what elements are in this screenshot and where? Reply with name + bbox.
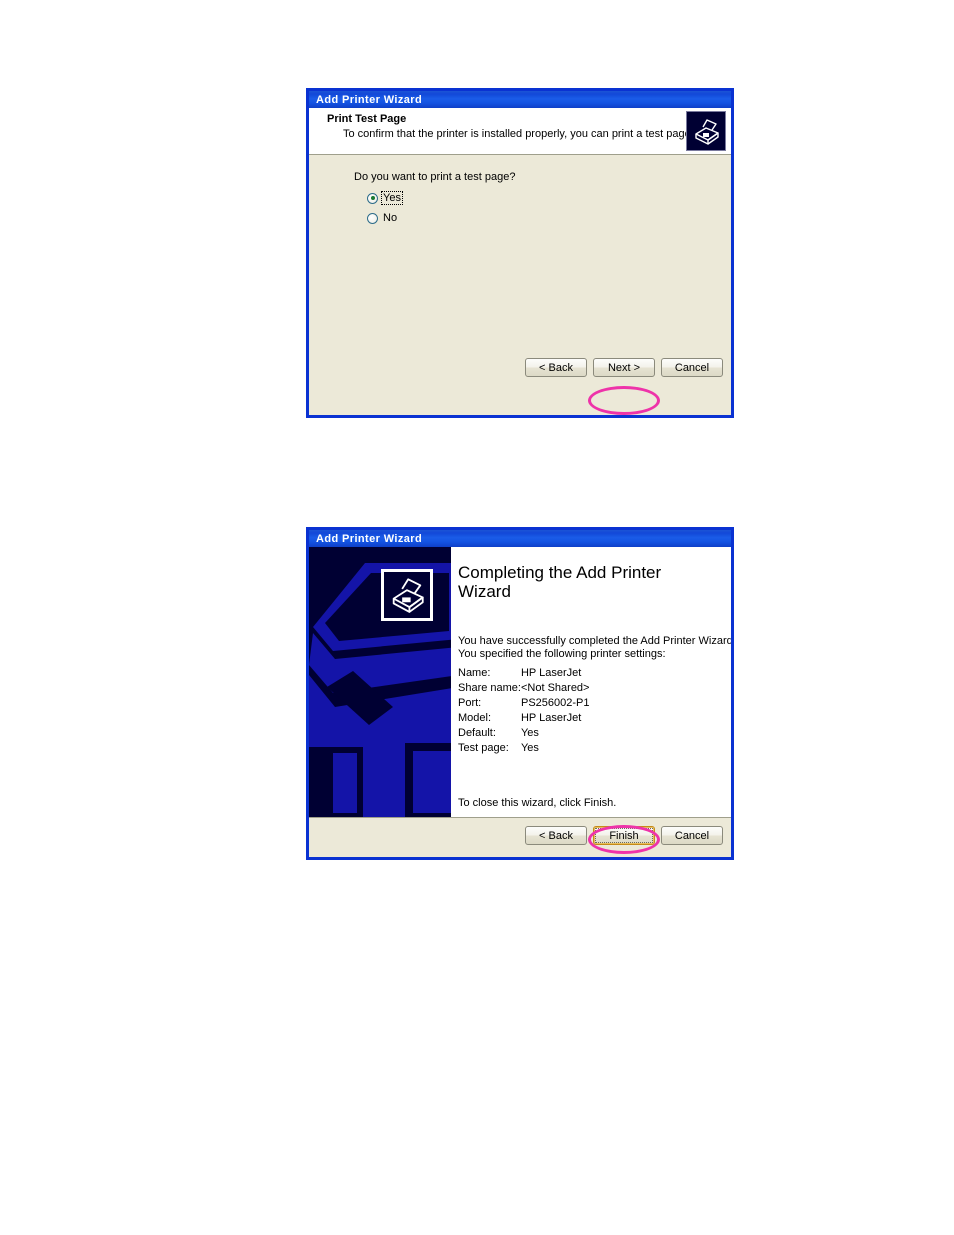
window-title: Add Printer Wizard [316, 532, 423, 545]
wizard-content: Completing the Add Printer Wizard You ha… [451, 547, 731, 817]
next-button[interactable]: Next > [593, 358, 655, 377]
title-bar: Add Printer Wizard [309, 91, 731, 108]
page-title: Completing the Add Printer Wizard [458, 563, 662, 601]
setting-key-share-name: Share name: [458, 682, 521, 694]
printer-settings-table: Name: HP LaserJet Share name: <Not Share… [458, 667, 589, 757]
cancel-button[interactable]: Cancel [661, 826, 723, 845]
radio-indicator-no[interactable] [367, 212, 378, 224]
setting-key-default: Default: [458, 727, 496, 739]
add-printer-wizard-dialog-print-test-page: Add Printer Wizard Print Test Page To co… [306, 88, 734, 418]
setting-value-model: HP LaserJet [520, 712, 582, 724]
finish-button[interactable]: Finish [593, 826, 655, 845]
page-title: Print Test Page [327, 113, 407, 125]
setting-value-test-page: Yes [520, 742, 539, 754]
back-button[interactable]: < Back [525, 826, 587, 845]
wizard-welcome-page: Completing the Add Printer Wizard You ha… [309, 547, 731, 818]
summary-intro-line-1: You have successfully completed the Add … [458, 635, 733, 647]
wizard-side-panel [309, 547, 451, 817]
dialog-button-strip: < Back Finish Cancel [309, 818, 731, 857]
radio-label-no[interactable]: No [382, 212, 398, 224]
test-page-question: Do you want to print a test page? [354, 171, 516, 183]
setting-key-model: Model: [458, 712, 492, 724]
radio-indicator-yes[interactable] [367, 192, 378, 204]
table-row: Share name: <Not Shared> [458, 682, 589, 697]
table-row: Port: PS256002-P1 [458, 697, 589, 712]
window-title: Add Printer Wizard [316, 93, 423, 106]
setting-value-default: Yes [520, 727, 539, 739]
button-row: < Back Finish Cancel [525, 826, 723, 845]
printer-icon [686, 111, 726, 151]
dialog-button-strip: < Back Next > Cancel [309, 350, 731, 389]
radio-option-yes[interactable]: Yes [367, 191, 403, 205]
setting-value-share-name: <Not Shared> [520, 682, 590, 694]
setting-key-test-page: Test page: [458, 742, 509, 754]
summary-intro: You have successfully completed the Add … [458, 635, 733, 661]
radio-label-yes[interactable]: Yes [381, 191, 403, 205]
setting-key-port: Port: [458, 697, 482, 709]
cancel-button[interactable]: Cancel [661, 358, 723, 377]
wizard-page-header: Print Test Page To confirm that the prin… [309, 108, 731, 155]
setting-value-port: PS256002-P1 [520, 697, 590, 709]
table-row: Default: Yes [458, 727, 589, 742]
page-subtitle: To confirm that the printer is installed… [343, 128, 694, 140]
wizard-page-body: Do you want to print a test page? Yes No [309, 155, 731, 350]
printer-icon [381, 569, 433, 621]
table-row: Name: HP LaserJet [458, 667, 589, 682]
back-button[interactable]: < Back [525, 358, 587, 377]
summary-intro-line-2: You specified the following printer sett… [458, 648, 666, 660]
button-row: < Back Next > Cancel [525, 358, 723, 377]
setting-key-name: Name: [458, 667, 491, 679]
table-row: Model: HP LaserJet [458, 712, 589, 727]
add-printer-wizard-dialog-completing: Add Printer Wizard Completing the Add Pr… [306, 527, 734, 860]
radio-option-no[interactable]: No [367, 211, 398, 225]
title-bar: Add Printer Wizard [309, 530, 731, 547]
table-row: Test page: Yes [458, 742, 589, 757]
setting-value-name: HP LaserJet [520, 667, 582, 679]
closing-instruction: To close this wizard, click Finish. [458, 797, 617, 809]
